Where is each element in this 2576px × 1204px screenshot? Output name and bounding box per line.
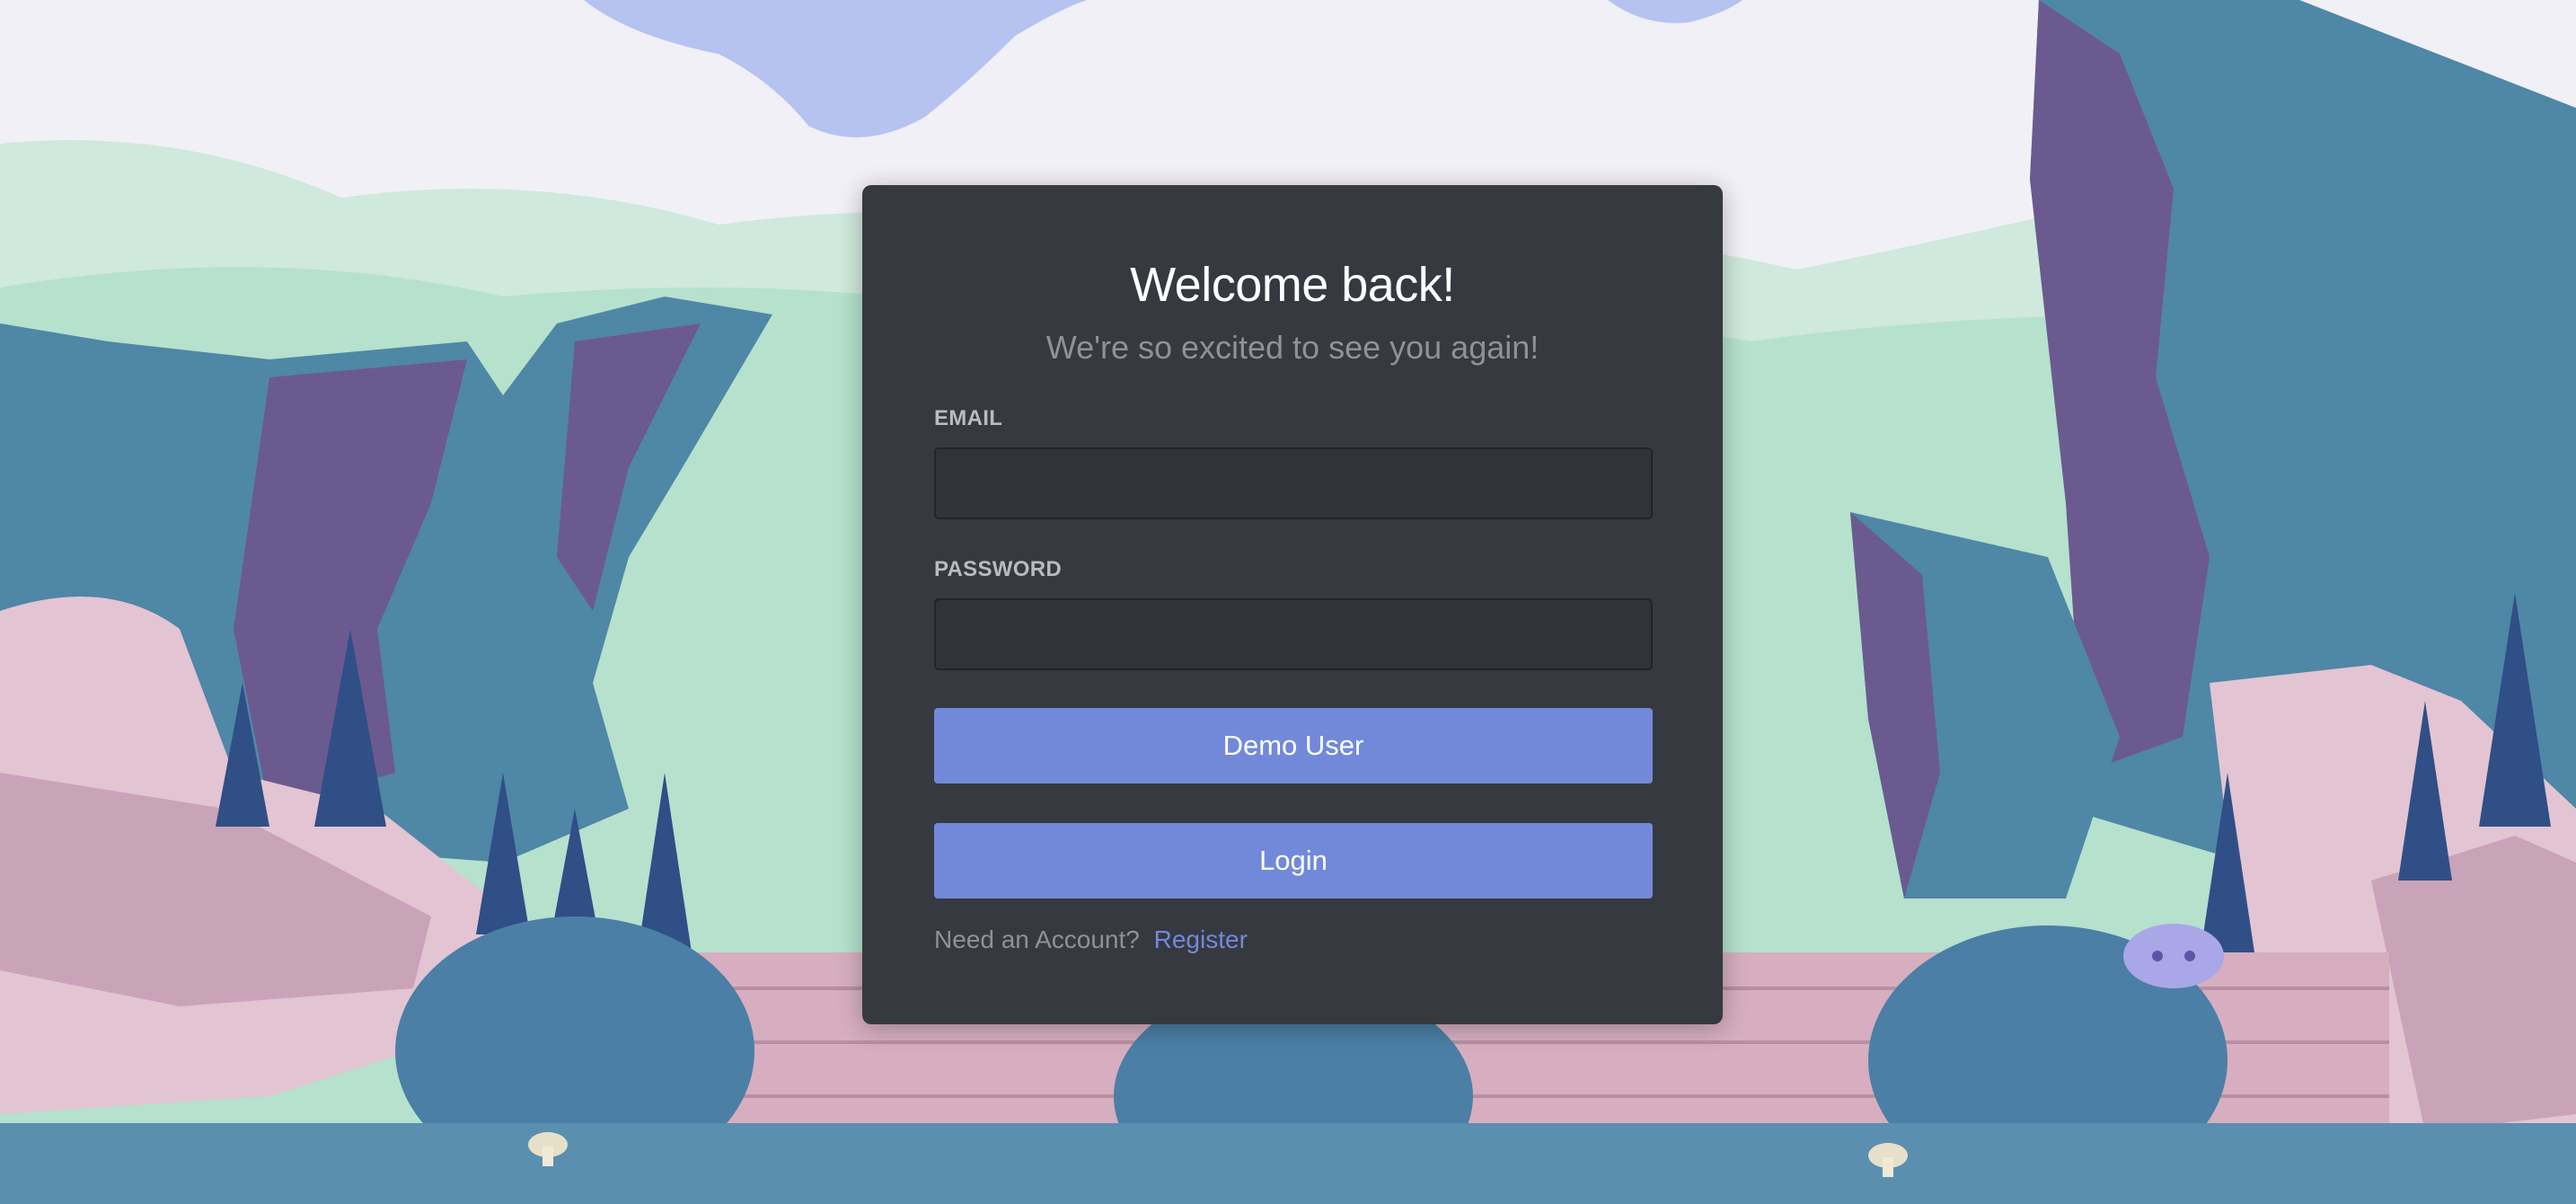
password-label: PASSWORD <box>934 557 1062 581</box>
email-label: EMAIL <box>934 406 1003 430</box>
page-subtitle: We're so excited to see you again! <box>1045 329 1539 366</box>
login-card: Welcome back! We're so excited to see yo… <box>862 185 1723 1024</box>
page-title: Welcome back! <box>1130 258 1455 312</box>
password-field[interactable] <box>934 598 1653 670</box>
register-prompt: Need an Account? Register <box>934 925 1248 954</box>
ground <box>0 1123 2576 1204</box>
mascot-figure <box>2123 924 2224 988</box>
email-field[interactable] <box>934 447 1653 519</box>
register-link[interactable]: Register <box>1154 925 1248 953</box>
register-prompt-text: Need an Account? <box>934 925 1140 953</box>
login-button[interactable]: Login <box>934 823 1653 899</box>
demo-user-button[interactable]: Demo User <box>934 708 1653 783</box>
